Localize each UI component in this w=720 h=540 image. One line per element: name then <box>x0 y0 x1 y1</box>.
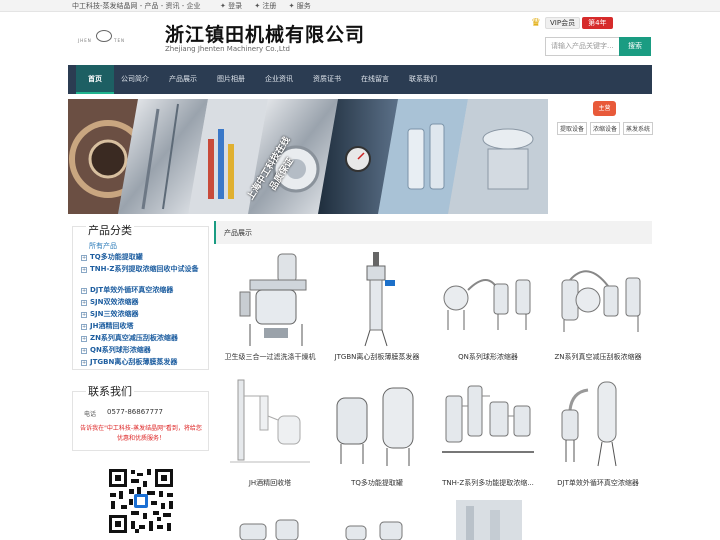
product-image[interactable] <box>327 376 427 476</box>
nav-certificates[interactable]: 资质证书 <box>313 65 341 94</box>
login-link[interactable]: ✦ 登录 <box>220 2 242 10</box>
register-link[interactable]: ✦ 注册 <box>254 2 276 10</box>
product-image[interactable] <box>220 250 320 350</box>
company-name: 浙江镇田机械有限公司 <box>165 24 366 46</box>
vip-badge: ♛ VIP会员 第4年 <box>531 16 613 30</box>
product-image[interactable] <box>548 376 648 476</box>
product-image[interactable] <box>327 250 427 350</box>
product-name[interactable]: TQ多功能提取罐 <box>322 478 432 488</box>
company-name-en: Zhejiang Jhenten Machinery Co.,Ltd <box>165 45 290 53</box>
category-item[interactable]: + JH酒精回收塔 <box>81 322 133 331</box>
product-image[interactable] <box>548 250 648 350</box>
product-name[interactable]: 卫生级三合一过滤洗涤干燥机 <box>215 352 325 362</box>
qr-code-icon <box>107 467 175 535</box>
tag-extraction[interactable]: 提取设备 <box>557 122 588 135</box>
category-item[interactable]: + DJT单效外循环真空浓缩器 <box>81 286 173 295</box>
products-header-title: 产品展示 <box>224 229 252 237</box>
product-image[interactable] <box>438 376 538 476</box>
keyword-tags: 提取设备 浓缩设备 蒸发系统 <box>557 122 654 135</box>
category-label: JTGBN离心刮板薄膜蒸发器 <box>90 358 178 366</box>
vip-label: VIP会员 <box>545 17 581 29</box>
category-item[interactable]: + QN系列球形浓缩器 <box>81 346 151 355</box>
product-row-partial[interactable] <box>220 500 650 540</box>
company-logo[interactable]: JHEN TEN <box>78 28 130 48</box>
crown-icon: ♛ <box>531 16 541 29</box>
products-header: 产品展示 <box>214 221 652 244</box>
category-title: 产品分类 <box>86 222 134 238</box>
main-business-tag: 主营 <box>593 101 616 116</box>
top-bar: 中工科技-蒸发结晶网 - 产品 - 资讯 - 企业 ✦ 登录 ✦ 注册 ✦ 服务 <box>0 0 720 12</box>
nav-news[interactable]: 企业资讯 <box>265 65 293 94</box>
plus-box-icon: + <box>81 300 87 306</box>
plus-box-icon: + <box>81 288 87 294</box>
nav-about[interactable]: 公司简介 <box>121 65 149 94</box>
category-label: ZN系列真空减压刮板浓缩器 <box>90 334 178 342</box>
product-image[interactable] <box>438 250 538 350</box>
nav-contact[interactable]: 联系我们 <box>409 65 437 94</box>
category-label: SJN三效浓缩器 <box>90 310 139 318</box>
product-name[interactable]: JH酒精回收塔 <box>215 478 325 488</box>
plus-box-icon: + <box>81 360 87 366</box>
search-input[interactable]: 请输入产品关键字... <box>545 37 619 56</box>
category-item[interactable]: + SJN双效浓缩器 <box>81 298 139 307</box>
logo-text-right: TEN <box>114 38 125 43</box>
category-label: DJT单效外循环真空浓缩器 <box>90 286 174 294</box>
plus-box-icon: + <box>81 255 87 261</box>
category-item[interactable]: + TNH-Z系列提取浓缩回收中试设备 <box>81 265 206 274</box>
category-label: SJN双效浓缩器 <box>90 298 139 306</box>
tag-concentration[interactable]: 浓缩设备 <box>590 122 621 135</box>
search-button[interactable]: 搜索 <box>619 37 651 56</box>
hero-banner[interactable]: 上海中工科技在线 品质保证 <box>68 99 548 214</box>
product-name[interactable]: JTGBN离心刮板薄膜蒸发器 <box>322 352 432 362</box>
main-nav: 首页 公司简介 产品展示 图片相册 企业资讯 资质证书 在线留言 联系我们 <box>68 65 652 94</box>
product-name[interactable]: DJT单效外循环真空浓缩器 <box>543 478 653 488</box>
phone-number: 0577-86867777 <box>107 408 163 416</box>
site-breadcrumb-link[interactable]: 中工科技-蒸发结晶网 - 产品 - 资讯 - 企业 <box>72 0 200 12</box>
phone-label: 电话 <box>84 411 97 418</box>
logo-text-left: JHEN <box>78 38 92 43</box>
plus-box-icon: + <box>81 324 87 330</box>
category-all-link[interactable]: 所有产品 <box>89 241 117 251</box>
category-item[interactable]: + JTGBN离心刮板薄膜蒸发器 <box>81 358 177 367</box>
nav-products[interactable]: 产品展示 <box>169 65 197 94</box>
nav-message[interactable]: 在线留言 <box>361 65 389 94</box>
plus-box-icon: + <box>81 348 87 354</box>
contact-notice: 告诉我在"中工科技-蒸发结晶网"看到，将给您优惠和优质服务！ <box>80 425 202 442</box>
category-item[interactable]: + TQ多功能提取罐 <box>81 253 143 262</box>
nav-home[interactable]: 首页 <box>76 65 114 94</box>
category-label: TQ多功能提取罐 <box>90 253 143 261</box>
product-name[interactable]: QN系列球形浓缩器 <box>433 352 543 362</box>
service-link[interactable]: ✦ 服务 <box>289 2 311 10</box>
product-image[interactable] <box>220 376 320 476</box>
category-item[interactable]: + SJN三效浓缩器 <box>81 310 139 319</box>
top-links: ✦ 登录 ✦ 注册 ✦ 服务 <box>220 0 321 12</box>
tag-evaporation[interactable]: 蒸发系统 <box>623 122 654 135</box>
product-name[interactable]: TNH-Z系列多功能提取浓缩... <box>433 478 543 488</box>
category-label: JH酒精回收塔 <box>90 322 134 330</box>
contact-title: 联系我们 <box>86 383 134 399</box>
nav-gallery[interactable]: 图片相册 <box>217 65 245 94</box>
plus-box-icon: + <box>81 267 87 273</box>
product-name[interactable]: ZN系列真空减压刮板浓缩器 <box>543 352 653 362</box>
logo-mark-icon <box>96 30 112 42</box>
category-label: QN系列球形浓缩器 <box>90 346 151 354</box>
vip-year: 第4年 <box>582 17 613 29</box>
plus-box-icon: + <box>81 312 87 318</box>
plus-box-icon: + <box>81 336 87 342</box>
category-label: TNH-Z系列提取浓缩回收中试设备 <box>90 265 199 273</box>
category-item[interactable]: + ZN系列真空减压刮板浓缩器 <box>81 334 178 343</box>
